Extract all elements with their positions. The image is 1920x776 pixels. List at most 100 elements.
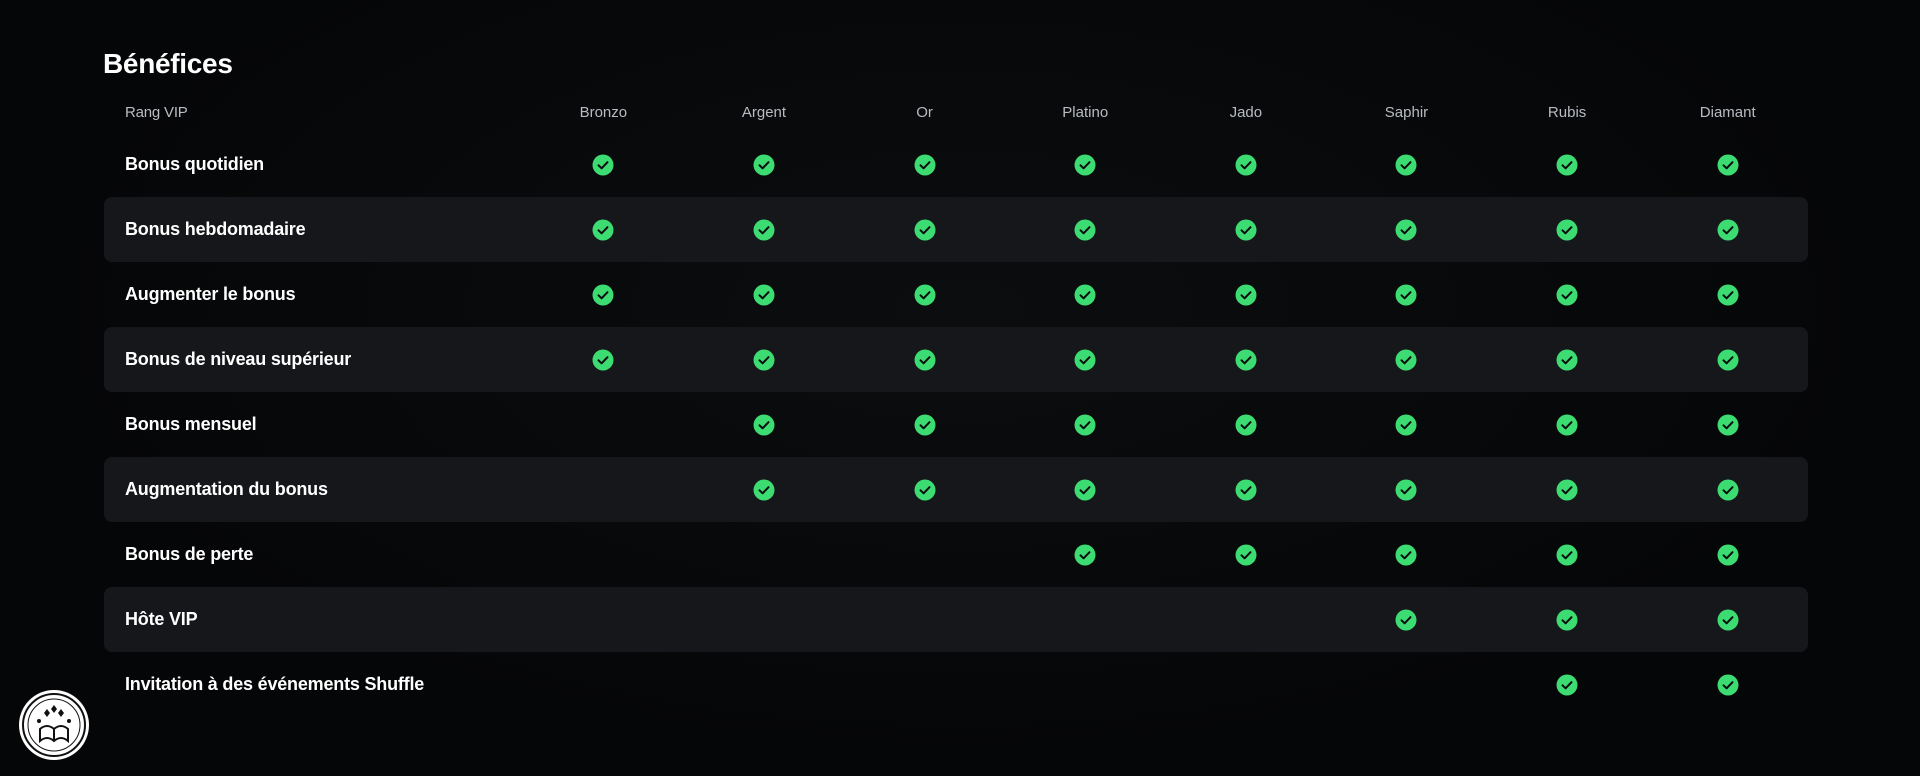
check-circle-icon bbox=[1395, 609, 1417, 630]
check-circle-icon bbox=[914, 154, 936, 175]
tier-cell-bronzo bbox=[523, 154, 684, 176]
check-circle-icon bbox=[1556, 609, 1578, 630]
check-circle-icon bbox=[914, 414, 936, 435]
tier-cell-jado bbox=[1166, 219, 1327, 241]
tier-cell-rubis bbox=[1487, 154, 1648, 176]
tier-cell-argent bbox=[684, 284, 845, 306]
check-circle-icon bbox=[914, 479, 936, 500]
benefit-label: Bonus de perte bbox=[125, 544, 254, 564]
check-circle-icon bbox=[753, 219, 775, 240]
check-circle-icon bbox=[1074, 544, 1096, 565]
tier-cell-platino bbox=[1005, 219, 1166, 241]
table-row: Augmenter le bonus bbox=[104, 262, 1808, 327]
tier-cell-bronzo bbox=[523, 219, 684, 241]
check-circle-icon bbox=[753, 154, 775, 175]
check-circle-icon bbox=[1395, 349, 1417, 370]
benefit-label: Augmenter le bonus bbox=[125, 284, 296, 304]
tier-cell-or bbox=[844, 414, 1005, 436]
check-circle-icon bbox=[1074, 479, 1096, 500]
table-row: Augmentation du bonus bbox=[104, 457, 1808, 522]
page-title: Bénéfices bbox=[103, 48, 233, 79]
check-circle-icon bbox=[1395, 414, 1417, 435]
tier-cell-diamant bbox=[1647, 349, 1808, 371]
check-circle-icon bbox=[1717, 219, 1739, 240]
check-circle-icon bbox=[1556, 414, 1578, 435]
check-circle-icon bbox=[1235, 544, 1257, 565]
tier-cell-argent bbox=[684, 154, 845, 176]
tier-cell-diamant bbox=[1647, 544, 1808, 566]
check-circle-icon bbox=[1395, 544, 1417, 565]
check-circle-icon bbox=[1235, 154, 1257, 175]
check-circle-icon bbox=[1556, 479, 1578, 500]
benefit-label: Bonus quotidien bbox=[125, 154, 264, 174]
check-circle-icon bbox=[753, 284, 775, 305]
check-circle-icon bbox=[914, 349, 936, 370]
check-circle-icon bbox=[1395, 479, 1417, 500]
check-circle-icon bbox=[1717, 544, 1739, 565]
tier-header-rubis: Rubis bbox=[1547, 103, 1587, 121]
tier-cell-platino bbox=[1005, 154, 1166, 176]
tier-cell-diamant bbox=[1647, 479, 1808, 501]
tier-cell-platino bbox=[1005, 284, 1166, 306]
tier-cell-rubis bbox=[1487, 674, 1648, 696]
table-header-row: Rang VIP Bronzo Argent Or Platino Jado S… bbox=[104, 92, 1808, 132]
tier-cell-argent bbox=[684, 479, 845, 501]
benefits-table: Rang VIP Bronzo Argent Or Platino Jado S… bbox=[104, 92, 1808, 717]
tier-cell-jado bbox=[1166, 349, 1327, 371]
tier-cell-saphir bbox=[1326, 479, 1487, 501]
tier-cell-diamant bbox=[1647, 674, 1808, 696]
table-row: Bonus de perte bbox=[104, 522, 1808, 587]
table-row: Invitation à des événements Shuffle bbox=[104, 652, 1808, 717]
tier-cell-jado bbox=[1166, 544, 1327, 566]
tier-header-argent: Argent bbox=[741, 103, 787, 121]
book-of-bonus-logo bbox=[19, 690, 89, 760]
tier-cell-rubis bbox=[1487, 479, 1648, 501]
check-circle-icon bbox=[753, 414, 775, 435]
check-circle-icon bbox=[1717, 674, 1739, 695]
tier-cell-argent bbox=[684, 219, 845, 241]
benefit-label: Hôte VIP bbox=[125, 609, 198, 629]
check-circle-icon bbox=[914, 219, 936, 240]
tier-cell-saphir bbox=[1326, 219, 1487, 241]
tier-cell-argent bbox=[684, 414, 845, 436]
tier-cell-saphir bbox=[1326, 414, 1487, 436]
tier-cell-rubis bbox=[1487, 219, 1648, 241]
check-circle-icon bbox=[1717, 609, 1739, 630]
check-circle-icon bbox=[592, 154, 614, 175]
tier-cell-jado bbox=[1166, 284, 1327, 306]
tier-header-bronzo: Bronzo bbox=[579, 103, 628, 121]
check-circle-icon bbox=[1717, 479, 1739, 500]
tier-cell-platino bbox=[1005, 349, 1166, 371]
tier-header-saphir: Saphir bbox=[1384, 103, 1429, 121]
table-row: Bonus quotidien bbox=[104, 132, 1808, 197]
tier-cell-platino bbox=[1005, 479, 1166, 501]
tier-cell-saphir bbox=[1326, 154, 1487, 176]
tier-cell-bronzo bbox=[523, 284, 684, 306]
check-circle-icon bbox=[1235, 284, 1257, 305]
tier-header-jado: Jado bbox=[1229, 103, 1263, 121]
tier-cell-or bbox=[844, 284, 1005, 306]
tier-cell-jado bbox=[1166, 414, 1327, 436]
check-circle-icon bbox=[1556, 154, 1578, 175]
tier-header-or: Or bbox=[916, 103, 933, 121]
tier-cell-or bbox=[844, 479, 1005, 501]
benefit-label: Augmentation du bonus bbox=[125, 479, 328, 499]
benefit-label: Bonus mensuel bbox=[125, 414, 257, 434]
check-circle-icon bbox=[1556, 674, 1578, 695]
tier-cell-rubis bbox=[1487, 284, 1648, 306]
check-circle-icon bbox=[1717, 284, 1739, 305]
table-row: Hôte VIP bbox=[104, 587, 1808, 652]
tier-cell-platino bbox=[1005, 544, 1166, 566]
check-circle-icon bbox=[1235, 414, 1257, 435]
check-circle-icon bbox=[753, 349, 775, 370]
tier-cell-saphir bbox=[1326, 284, 1487, 306]
check-circle-icon bbox=[1556, 219, 1578, 240]
benefit-label: Invitation à des événements Shuffle bbox=[125, 674, 425, 694]
table-row: Bonus mensuel bbox=[104, 392, 1808, 457]
tier-cell-jado bbox=[1166, 154, 1327, 176]
table-body: Bonus quotidien Bonus hebdomadaire Augment… bbox=[104, 132, 1808, 717]
tier-cell-saphir bbox=[1326, 349, 1487, 371]
tier-cell-argent bbox=[684, 349, 845, 371]
check-circle-icon bbox=[592, 219, 614, 240]
check-circle-icon bbox=[1235, 349, 1257, 370]
